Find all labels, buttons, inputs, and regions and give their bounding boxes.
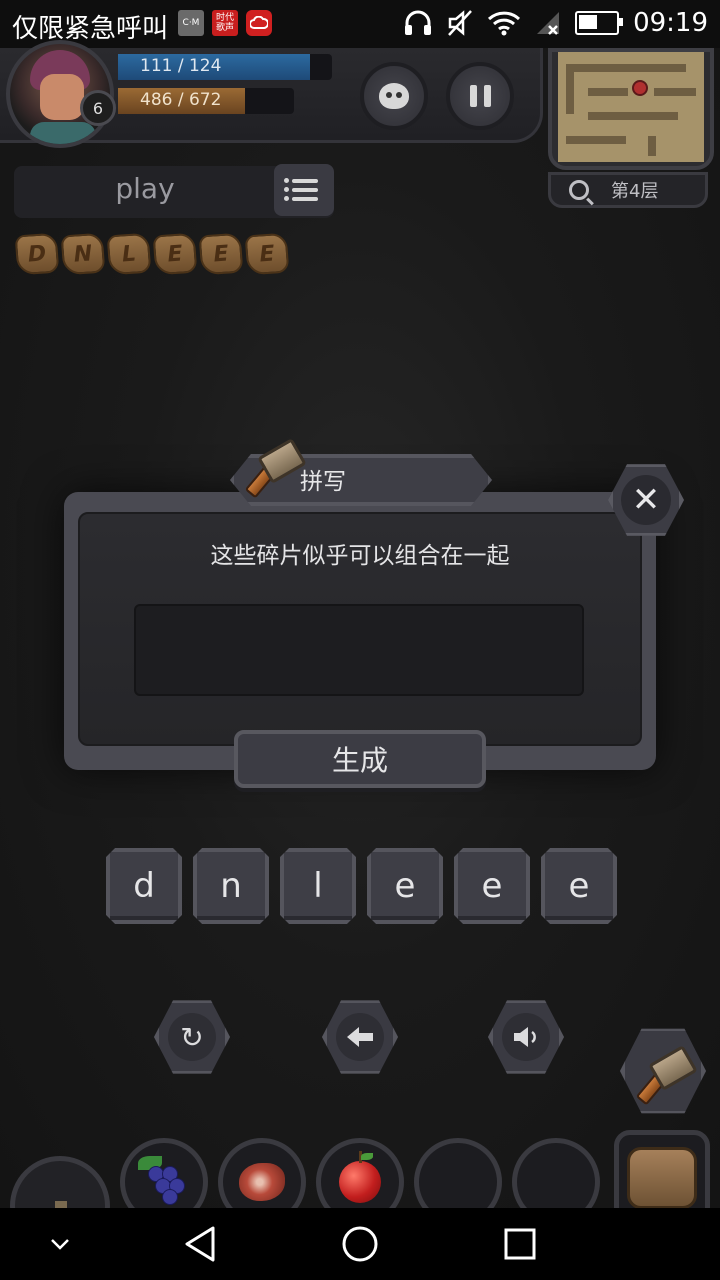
apple-icon	[339, 1151, 381, 1203]
letter-tile[interactable]: n	[193, 848, 269, 924]
recents-button[interactable]	[490, 1208, 550, 1280]
fragment: E	[198, 232, 244, 276]
floor-indicator[interactable]: 第4层	[548, 172, 708, 208]
headphones-icon	[405, 10, 432, 35]
letter-tile[interactable]: l	[280, 848, 356, 924]
letter-tile[interactable]: e	[367, 848, 443, 924]
hammer-icon	[635, 1045, 698, 1106]
fragment: N	[60, 232, 106, 276]
word-list-button[interactable]	[274, 164, 334, 216]
player-marker	[632, 80, 648, 96]
letter-tile[interactable]: d	[106, 848, 182, 924]
grape-icon	[138, 1156, 185, 1205]
clock: 09:19	[633, 8, 708, 38]
player-level-badge: 6	[80, 90, 116, 126]
spell-input[interactable]	[134, 604, 584, 696]
carrier-text: 仅限紧急呼叫	[12, 14, 169, 44]
fragment: E	[244, 232, 290, 276]
cloud-app-icon	[246, 10, 272, 36]
signal-icon	[537, 12, 560, 35]
status-bar: 仅限紧急呼叫 C·M 时代歌声 09:19	[0, 0, 720, 48]
navigation-bar	[0, 1208, 720, 1280]
battery-icon	[575, 11, 624, 35]
xp-bar: 486 / 672	[118, 88, 294, 114]
back-button[interactable]	[170, 1208, 230, 1280]
speaker-icon	[502, 1013, 550, 1061]
pronounce-button[interactable]	[488, 1000, 564, 1074]
generate-button[interactable]: 生成	[234, 730, 486, 788]
close-icon: ✕	[621, 475, 671, 525]
shidai-gesheng-icon: 时代歌声	[212, 10, 238, 36]
spell-dialog: 拼写 这些碎片似乎可以组合在一起 生成	[64, 438, 656, 788]
search-icon	[569, 180, 589, 200]
back-arrow-icon	[336, 1013, 384, 1061]
current-word: play	[115, 172, 175, 205]
hammer-icon	[244, 438, 307, 499]
backpack-icon	[627, 1147, 697, 1209]
chevron-down-icon	[51, 1239, 69, 1250]
xp-text: 486 / 672	[140, 90, 222, 110]
fragment-list: D N L E E E	[14, 232, 290, 276]
game-area: 6 111 / 124 486 / 672 第4层 play D N L E E…	[0, 40, 720, 1256]
fragment: D	[14, 232, 60, 276]
pet-face-icon	[379, 83, 409, 109]
notification-icons: C·M 时代歌声	[178, 10, 272, 36]
floor-label: 第4层	[611, 181, 659, 202]
letter-tile[interactable]: e	[454, 848, 530, 924]
reset-button[interactable]: ↻	[154, 1000, 230, 1074]
pet-button[interactable]	[360, 62, 428, 130]
fragment: E	[152, 232, 198, 276]
back-triangle-icon	[185, 1226, 215, 1262]
hp-text: 111 / 124	[140, 56, 222, 76]
backspace-button[interactable]	[322, 1000, 398, 1074]
word-panel: play	[14, 164, 334, 218]
wifi-icon	[488, 11, 521, 36]
hp-bar: 111 / 124	[118, 54, 332, 80]
pause-button[interactable]	[446, 62, 514, 130]
mute-icon	[448, 10, 472, 36]
list-icon	[284, 178, 318, 183]
home-circle-icon	[342, 1226, 378, 1262]
hide-nav-button[interactable]	[30, 1208, 90, 1280]
meat-icon	[239, 1163, 285, 1201]
letter-tiles: d n l e e e	[106, 848, 617, 924]
cmcc-icon: C·M	[178, 10, 204, 36]
dialog-title: 拼写	[300, 469, 346, 495]
home-button[interactable]	[330, 1208, 390, 1280]
craft-hammer-button[interactable]	[620, 1028, 706, 1114]
recents-square-icon	[504, 1228, 536, 1260]
fragment: L	[106, 232, 152, 276]
letter-tile[interactable]: e	[541, 848, 617, 924]
reset-icon: ↻	[168, 1013, 216, 1061]
minimap[interactable]	[548, 48, 714, 170]
dialog-message: 这些碎片似乎可以组合在一起	[210, 543, 510, 569]
pause-icon	[469, 85, 491, 107]
